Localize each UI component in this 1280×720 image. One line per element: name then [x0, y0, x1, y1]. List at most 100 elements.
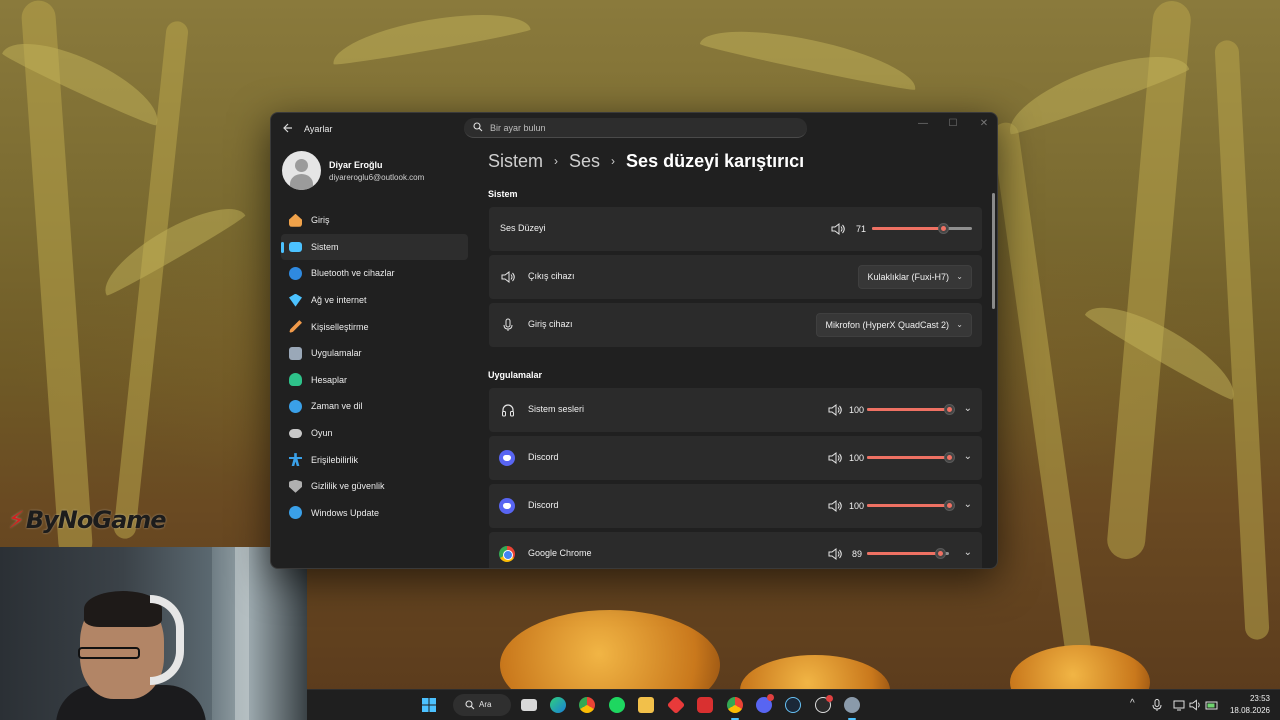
- speaker-icon: [501, 271, 515, 283]
- clock-date: 18.08.2026: [1229, 706, 1270, 715]
- slider-thumb[interactable]: [944, 404, 955, 415]
- sidebar-item-label: Gizlilik ve güvenlik: [311, 481, 385, 492]
- edge-icon[interactable]: [550, 697, 566, 713]
- sidebar-item-accounts[interactable]: Hesaplar: [281, 367, 468, 394]
- slider-thumb[interactable]: [944, 452, 955, 463]
- app-volume-value: 100: [849, 501, 865, 511]
- apps-icon: [289, 346, 302, 360]
- scrollbar[interactable]: [992, 193, 995, 309]
- network-icon[interactable]: [1173, 699, 1185, 711]
- chevron-down-icon: ⌄: [956, 320, 963, 329]
- speaker-icon[interactable]: [828, 500, 842, 512]
- app-row-google-chrome[interactable]: Google Chrome 89 ⌄: [489, 532, 982, 568]
- app-name: Google Chrome: [528, 548, 592, 558]
- app-volume-slider[interactable]: [867, 500, 955, 511]
- app-volume-slider[interactable]: [867, 548, 949, 559]
- speaker-icon[interactable]: [828, 452, 842, 464]
- back-button[interactable]: [281, 122, 295, 136]
- taskbar-clock[interactable]: 23:53 18.08.2026: [1230, 693, 1270, 717]
- sidebar-item-label: Erişilebilirlik: [311, 454, 359, 465]
- shield-icon: [289, 479, 302, 493]
- volume-icon[interactable]: [1189, 699, 1202, 711]
- sidebar-item-network[interactable]: Ağ ve internet: [281, 287, 468, 314]
- sidebar-item-label: Bluetooth ve cihazlar: [311, 268, 395, 279]
- profile-email: diyareroglu6@outlook.com: [329, 173, 425, 182]
- battery-icon[interactable]: [1205, 699, 1219, 711]
- avatar-head: [295, 159, 308, 172]
- input-device-selected: Mikrofon (HyperX QuadCast 2): [825, 320, 949, 330]
- taskbar-search-label: Ara: [479, 700, 492, 709]
- steam-icon[interactable]: [785, 697, 801, 713]
- app-volume-value: 100: [849, 405, 865, 415]
- taskbar-search[interactable]: Ara: [453, 694, 511, 716]
- chevron-down-icon[interactable]: ⌄: [964, 451, 972, 462]
- maximize-button[interactable]: ☐: [946, 117, 960, 131]
- corn-leaf: [699, 17, 921, 93]
- microphone-icon[interactable]: [1152, 699, 1162, 711]
- windows-start-icon[interactable]: [421, 697, 437, 713]
- chevron-down-icon[interactable]: ⌄: [964, 547, 972, 558]
- chevron-down-icon[interactable]: ⌄: [964, 403, 972, 414]
- input-device-dropdown[interactable]: Mikrofon (HyperX QuadCast 2) ⌄: [816, 313, 972, 337]
- sidebar-item-label: Ağ ve internet: [311, 295, 367, 306]
- chrome-icon[interactable]: [579, 697, 595, 713]
- settings-search-box[interactable]: [464, 118, 807, 138]
- slider-fill: [867, 408, 949, 411]
- sidebar-item-giris[interactable]: Giriş: [281, 207, 468, 234]
- sidebar-item-windows-update[interactable]: Windows Update: [281, 500, 468, 527]
- sidebar-item-personalization[interactable]: Kişiselleştirme: [281, 313, 468, 340]
- speaker-icon[interactable]: [831, 223, 845, 235]
- speaker-icon[interactable]: [828, 404, 842, 416]
- output-device-dropdown[interactable]: Kulaklıklar (Fuxi-H7) ⌄: [858, 265, 972, 289]
- sidebar-item-gaming[interactable]: Oyun: [281, 420, 468, 447]
- home-icon: [289, 213, 302, 227]
- close-button[interactable]: ✕: [977, 117, 991, 131]
- app-volume-slider[interactable]: [867, 452, 955, 463]
- speaker-icon[interactable]: [828, 548, 842, 560]
- discord-icon: [499, 450, 515, 466]
- app-row-discord[interactable]: Discord 100 ⌄: [489, 436, 982, 480]
- discord-icon: [499, 498, 515, 514]
- sidebar-item-sistem[interactable]: Sistem: [281, 233, 468, 261]
- sidebar-item-label: Oyun: [311, 428, 333, 439]
- slider-thumb[interactable]: [934, 548, 946, 559]
- spotify-icon[interactable]: [609, 697, 625, 713]
- app-volume-value: 100: [849, 453, 865, 463]
- chevron-down-icon[interactable]: ⌄: [964, 499, 972, 510]
- settings-gear-icon[interactable]: [844, 697, 860, 713]
- webcam-background-door: [212, 547, 307, 720]
- sidebar-item-label: Uygulamalar: [311, 348, 362, 359]
- file-explorer-icon[interactable]: [638, 697, 654, 713]
- breadcrumb-ses[interactable]: Ses: [569, 151, 600, 171]
- sidebar-item-time-language[interactable]: Zaman ve dil: [281, 393, 468, 420]
- sidebar-item-apps[interactable]: Uygulamalar: [281, 340, 468, 367]
- sidebar-item-accessibility[interactable]: Erişilebilirlik: [281, 446, 468, 473]
- search-input[interactable]: [490, 118, 790, 138]
- sidebar-item-privacy[interactable]: Gizlilik ve güvenlik: [281, 473, 468, 500]
- breadcrumb-sistem[interactable]: Sistem: [488, 151, 543, 171]
- red-app-icon[interactable]: [666, 695, 686, 715]
- app-volume-slider[interactable]: [867, 404, 955, 415]
- app-row-discord-2[interactable]: Discord 100 ⌄: [489, 484, 982, 528]
- update-icon: [289, 506, 302, 520]
- bynogame-watermark: ⚡ByNoGame: [8, 506, 167, 534]
- task-view-icon[interactable]: [521, 699, 537, 711]
- media-app-icon[interactable]: [697, 697, 713, 713]
- gamepad-icon: [289, 428, 302, 438]
- master-volume-slider[interactable]: [872, 223, 972, 234]
- sidebar-item-label: Hesaplar: [311, 374, 348, 385]
- corn-leaf: [93, 192, 247, 298]
- user-profile[interactable]: Diyar Eroğlu diyareroglu6@outlook.com: [282, 151, 472, 191]
- slider-thumb[interactable]: [944, 500, 955, 511]
- chrome-profile-icon[interactable]: [727, 697, 743, 713]
- bluetooth-icon: [289, 266, 302, 280]
- bynogame-logo-icon: ⚡: [8, 506, 25, 534]
- app-row-system-sounds[interactable]: Sistem sesleri 100 ⌄: [489, 388, 982, 432]
- slider-thumb[interactable]: [938, 223, 949, 234]
- sidebar-item-bluetooth[interactable]: Bluetooth ve cihazlar: [281, 260, 468, 287]
- network-icon: [289, 293, 302, 307]
- tray-overflow-chevron[interactable]: ^: [1130, 698, 1135, 709]
- watermark-text: ByNoGame: [25, 506, 167, 534]
- output-device-selected: Kulaklıklar (Fuxi-H7): [867, 272, 949, 282]
- minimize-button[interactable]: —: [916, 117, 930, 131]
